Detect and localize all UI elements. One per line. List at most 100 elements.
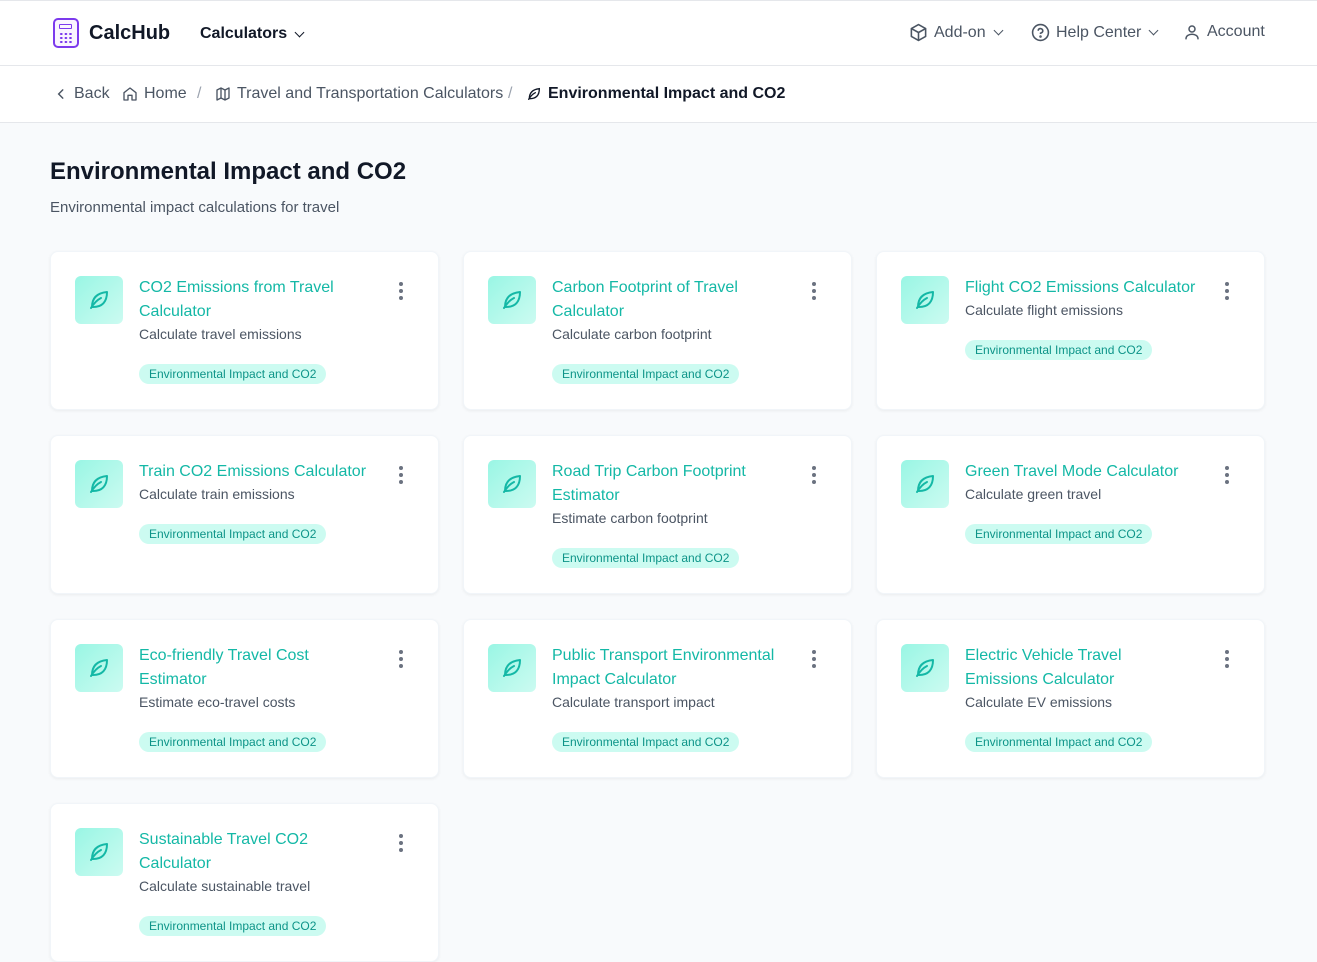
account-label: Account bbox=[1207, 23, 1265, 40]
calculator-card-title-line: Eco-friendly Travel Cost bbox=[139, 647, 309, 664]
calculators-menu-label: Calculators bbox=[200, 25, 288, 42]
breadcrumb-separator: / bbox=[197, 85, 202, 102]
category-badge: Environmental Impact and CO2 bbox=[552, 364, 740, 384]
more-vertical-icon[interactable] bbox=[1224, 282, 1230, 300]
calculator-card-description: Calculate flight emissions bbox=[965, 302, 1123, 318]
brand-name[interactable]: CalcHub bbox=[89, 22, 170, 45]
calculator-card-title-line: Road Trip Carbon Footprint bbox=[552, 463, 746, 480]
calculator-card-title[interactable]: Eco-friendly Travel Cost Estimator bbox=[139, 644, 379, 692]
account-link[interactable]: Account bbox=[1183, 23, 1265, 41]
calculator-card[interactable]: Carbon Footprint of Travel Calculator Calc… bbox=[463, 251, 852, 410]
more-vertical-icon[interactable] bbox=[1224, 466, 1230, 484]
category-badge: Environmental Impact and CO2 bbox=[552, 732, 740, 752]
calculator-card-title-line: Carbon Footprint of Travel bbox=[552, 279, 738, 296]
calculator-card-description: Calculate train emissions bbox=[139, 486, 295, 502]
calculator-card-description: Calculate green travel bbox=[965, 486, 1102, 502]
calculator-card[interactable]: Green Travel Mode Calculator Calculate gr… bbox=[876, 435, 1265, 594]
breadcrumb-category-label: Travel and Transportation Calculators bbox=[237, 85, 504, 102]
calculator-card[interactable]: Sustainable Travel CO2 Calculator Calculat… bbox=[50, 803, 439, 962]
category-badge: Environmental Impact and CO2 bbox=[139, 732, 327, 752]
calculator-card-title-line: Calculator bbox=[552, 303, 625, 320]
breadcrumb-current: Environmental Impact and CO2 bbox=[526, 85, 785, 103]
calculator-card-title-line: Public Transport Environmental bbox=[552, 647, 775, 664]
calculator-card-title[interactable]: Road Trip Carbon Footprint Estimator bbox=[552, 460, 792, 508]
breadcrumb-current-label: Environmental Impact and CO2 bbox=[548, 85, 786, 102]
box-icon bbox=[910, 23, 927, 42]
addon-menu-label: Add-on bbox=[934, 23, 986, 41]
more-vertical-icon[interactable] bbox=[811, 466, 817, 484]
leaf-icon bbox=[75, 276, 123, 324]
home-icon bbox=[123, 87, 137, 101]
calculator-card-title-line: Calculator bbox=[139, 855, 212, 872]
calculator-card-title-line: Calculator bbox=[139, 303, 212, 320]
calculator-logo-icon[interactable] bbox=[53, 18, 79, 48]
calculator-card-title[interactable]: Sustainable Travel CO2 Calculator bbox=[139, 828, 379, 876]
calculator-card-title-line: Estimator bbox=[139, 671, 207, 688]
calculator-card-title[interactable]: Flight CO2 Emissions Calculator bbox=[965, 276, 1205, 300]
back-button[interactable]: Back bbox=[54, 85, 110, 103]
category-badge: Environmental Impact and CO2 bbox=[965, 524, 1153, 544]
breadcrumb-home[interactable]: Home bbox=[122, 85, 187, 103]
calculator-card-title-line: Estimator bbox=[552, 487, 620, 504]
more-vertical-icon[interactable] bbox=[811, 282, 817, 300]
leaf-icon bbox=[488, 644, 536, 692]
more-vertical-icon[interactable] bbox=[1224, 650, 1230, 668]
calculator-card[interactable]: Electric Vehicle Travel Emissions Calcula… bbox=[876, 619, 1265, 778]
calculator-card-title[interactable]: CO2 Emissions from Travel Calculator bbox=[139, 276, 379, 324]
calculator-card-title[interactable]: Public Transport Environmental Impact Cal… bbox=[552, 644, 792, 692]
user-icon bbox=[1185, 25, 1199, 40]
back-label: Back bbox=[74, 85, 110, 102]
chevron-down-icon bbox=[1148, 25, 1159, 36]
category-badge: Environmental Impact and CO2 bbox=[139, 364, 327, 384]
help-circle-icon bbox=[1031, 23, 1050, 42]
calculators-menu[interactable]: Calculators bbox=[200, 25, 305, 43]
addon-menu[interactable]: Add-on bbox=[909, 23, 1004, 42]
category-badge: Environmental Impact and CO2 bbox=[139, 524, 327, 544]
page-title: Environmental Impact and CO2 bbox=[50, 158, 407, 185]
leaf-icon bbox=[75, 460, 123, 508]
breadcrumb: Back Home / Travel and Transportation Ca… bbox=[0, 66, 1317, 123]
calculator-card[interactable]: CO2 Emissions from Travel Calculator Calcu… bbox=[50, 251, 439, 410]
more-vertical-icon[interactable] bbox=[398, 282, 404, 300]
more-vertical-icon[interactable] bbox=[398, 834, 404, 852]
leaf-icon bbox=[901, 460, 949, 508]
more-vertical-icon[interactable] bbox=[398, 650, 404, 668]
calculator-card-description: Calculate sustainable travel bbox=[139, 878, 311, 894]
calculator-card-title-line: Emissions Calculator bbox=[965, 671, 1115, 688]
category-badge: Environmental Impact and CO2 bbox=[139, 916, 327, 936]
help-center-label: Help Center bbox=[1056, 23, 1142, 41]
calculator-card-title-line: Electric Vehicle Travel bbox=[965, 647, 1122, 664]
more-vertical-icon[interactable] bbox=[811, 650, 817, 668]
calculator-card[interactable]: Public Transport Environmental Impact Cal… bbox=[463, 619, 852, 778]
chevron-down-icon bbox=[294, 27, 305, 37]
leaf-icon bbox=[901, 276, 949, 324]
help-center-menu[interactable]: Help Center bbox=[1031, 23, 1159, 42]
category-badge: Environmental Impact and CO2 bbox=[552, 548, 740, 568]
calculator-card-title[interactable]: Carbon Footprint of Travel Calculator bbox=[552, 276, 792, 324]
calculator-card-description: Calculate travel emissions bbox=[139, 326, 302, 342]
more-vertical-icon[interactable] bbox=[398, 466, 404, 484]
leaf-icon bbox=[488, 460, 536, 508]
calculator-card-title[interactable]: Green Travel Mode Calculator bbox=[965, 460, 1205, 484]
calculator-card[interactable]: Flight CO2 Emissions Calculator Calculate… bbox=[876, 251, 1265, 410]
page-subtitle: Environmental impact calculations for tr… bbox=[50, 199, 340, 216]
breadcrumb-category[interactable]: Travel and Transportation Calculators bbox=[215, 85, 503, 103]
chevron-down-icon bbox=[993, 25, 1004, 36]
calculator-card-title-line: Green Travel Mode Calculator bbox=[965, 463, 1179, 480]
leaf-icon bbox=[75, 828, 123, 876]
calculator-card[interactable]: Road Trip Carbon Footprint Estimator Estim… bbox=[463, 435, 852, 594]
leaf-icon bbox=[901, 644, 949, 692]
calculator-card-title-line: Train CO2 Emissions Calculator bbox=[139, 463, 367, 480]
calculator-card-description: Calculate carbon footprint bbox=[552, 326, 712, 342]
chevron-left-icon bbox=[57, 89, 64, 99]
top-navbar: CalcHub Calculators Add-on Help Center A… bbox=[0, 0, 1317, 66]
breadcrumb-home-label: Home bbox=[144, 85, 187, 102]
calculator-card-title[interactable]: Train CO2 Emissions Calculator bbox=[139, 460, 379, 484]
calculator-card-description: Estimate carbon footprint bbox=[552, 510, 708, 526]
calculator-card[interactable]: Eco-friendly Travel Cost Estimator Estimat… bbox=[50, 619, 439, 778]
map-icon bbox=[216, 87, 230, 101]
calculator-card[interactable]: Train CO2 Emissions Calculator Calculate … bbox=[50, 435, 439, 594]
calculator-card-description: Estimate eco-travel costs bbox=[139, 694, 296, 710]
category-badge: Environmental Impact and CO2 bbox=[965, 340, 1153, 360]
calculator-card-title[interactable]: Electric Vehicle Travel Emissions Calcula… bbox=[965, 644, 1205, 692]
